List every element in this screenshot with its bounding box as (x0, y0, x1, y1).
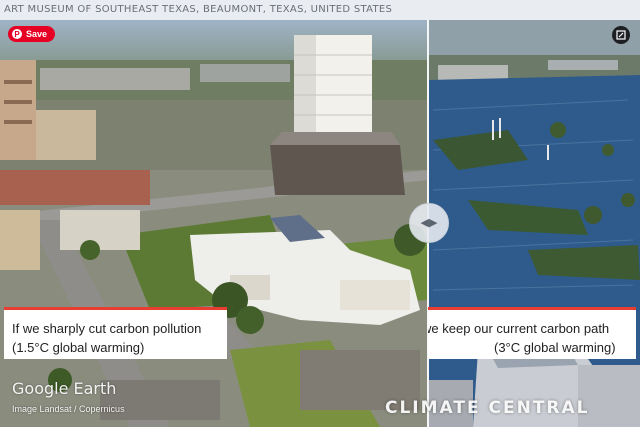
expand-icon (616, 30, 626, 40)
pinterest-icon: P (12, 29, 22, 39)
expand-button[interactable] (612, 26, 630, 44)
comparison-viewer: ◀▶ P Save If we sharply cut carbon pollu… (0, 20, 640, 427)
google-earth-logo: Google Earth (12, 379, 117, 398)
left-right-arrows-icon: ◀▶ (420, 216, 438, 229)
aerial-city-image (0, 20, 428, 427)
scene-after (428, 20, 640, 427)
comparison-slider-handle[interactable]: ◀▶ (409, 203, 449, 243)
save-label: Save (26, 29, 48, 39)
scenario-label-line1: If we sharply cut carbon pollution (12, 321, 202, 336)
scenario-label-low-emissions: If we sharply cut carbon pollution (1.5°… (4, 307, 227, 359)
image-credit: Image Landsat / Copernicus (12, 404, 125, 414)
scenario-label-line1: we keep our current carbon path (428, 321, 610, 336)
pinterest-save-button[interactable]: P Save (8, 26, 56, 42)
scenario-label-line2: (1.5°C global warming) (12, 340, 145, 355)
scene-before (0, 20, 428, 427)
scenario-label-line2: (3°C global warming) (494, 340, 616, 355)
climate-central-logo: CLIMATE CENTRAL (385, 398, 590, 418)
scenario-label-current-path: we keep our current carbon path (3°C glo… (428, 307, 636, 359)
aerial-flood-image (428, 20, 640, 427)
location-caption: ART MUSEUM OF SOUTHEAST TEXAS, BEAUMONT,… (4, 4, 393, 15)
